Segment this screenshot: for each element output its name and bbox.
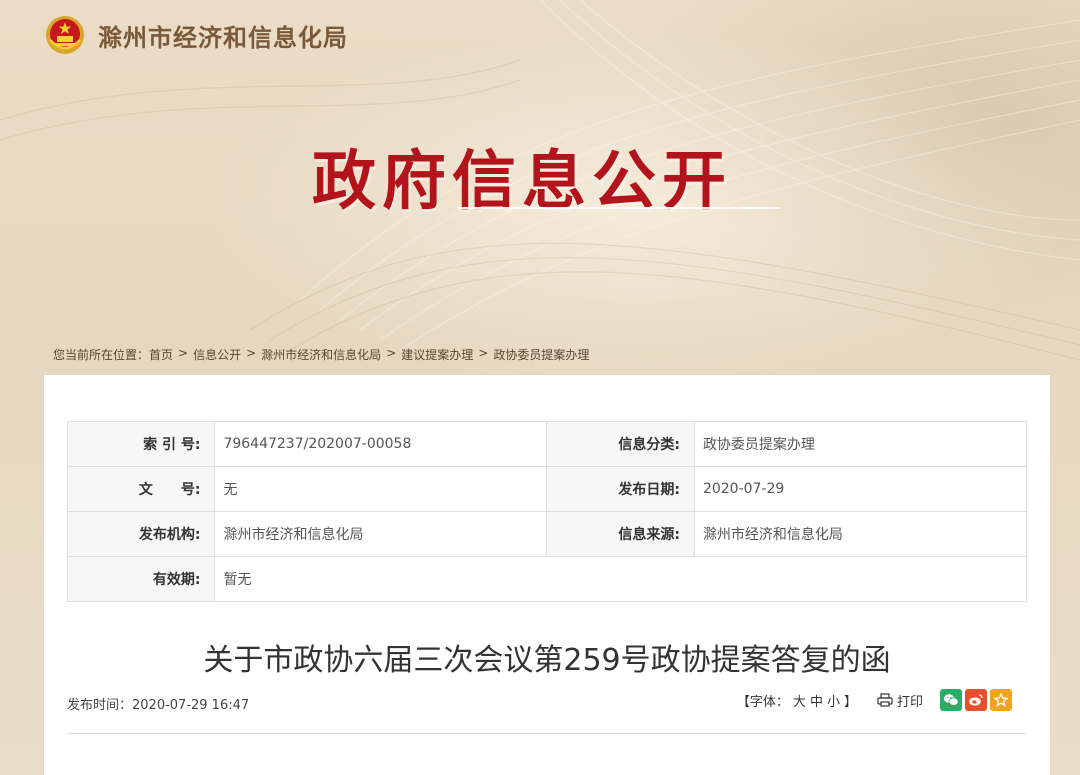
favorite-icon (994, 693, 1008, 707)
site-header: 滁州市经济和信息化局 (44, 14, 348, 56)
meta-key-index: 索 引 号: (66, 421, 216, 467)
meta-key-publish-date: 发布日期: (546, 466, 695, 512)
share-wechat-button[interactable] (940, 689, 962, 711)
breadcrumb-separator: > (386, 346, 397, 360)
font-size-small-button[interactable]: 小 (827, 695, 840, 710)
table-row: 文 号: 无 发布日期: 2020-07-29 (66, 466, 1028, 512)
share-weibo-button[interactable] (965, 689, 987, 711)
font-size-large-button[interactable]: 大 (793, 695, 806, 710)
site-title[interactable]: 滁州市经济和信息化局 (98, 18, 348, 53)
breadcrumb-item-proposals[interactable]: 建议提案办理 (401, 346, 473, 363)
meta-value-index: 796447237/202007-00058 (214, 421, 548, 467)
meta-value-category: 政协委员提案办理 (693, 421, 1028, 467)
meta-value-validity: 暂无 (214, 556, 1027, 602)
meta-key-validity: 有效期: (66, 556, 216, 602)
content-panel: 索 引 号: 796447237/202007-00058 信息分类: 政协委员… (44, 375, 1050, 775)
breadcrumb: 您当前所在位置： 首页 > 信息公开 > 滁州市经济和信息化局 > 建议提案办理… (53, 346, 589, 363)
font-size-label: 【字体： (736, 694, 789, 710)
breadcrumb-item-cppcc-proposals[interactable]: 政协委员提案办理 (493, 346, 589, 363)
share-favorite-button[interactable] (990, 689, 1012, 711)
meta-value-publisher: 滁州市经济和信息化局 (214, 511, 548, 557)
print-button[interactable]: 打印 (877, 691, 923, 710)
meta-key-doc-number: 文 号: (66, 466, 216, 512)
article-toolbar: 【字体： 大中小】 打印 (735, 689, 1012, 711)
print-label: 打印 (896, 694, 923, 710)
breadcrumb-item-info-public[interactable]: 信息公开 (193, 346, 241, 363)
table-row: 索 引 号: 796447237/202007-00058 信息分类: 政协委员… (66, 421, 1028, 467)
article-title: 关于市政协六届三次会议第259号政协提案答复的函 (203, 643, 891, 678)
breadcrumb-item-home[interactable]: 首页 (149, 346, 173, 363)
font-size-bracket: 】 (843, 694, 857, 710)
share-buttons (937, 689, 1012, 711)
publish-time: 发布时间：2020-07-29 16:47 (67, 698, 250, 713)
national-emblem-icon (46, 16, 84, 54)
meta-key-publisher: 发布机构: (66, 511, 216, 557)
font-size-selector: 【字体： 大中小】 (735, 691, 859, 710)
weibo-icon (969, 694, 983, 706)
wechat-icon (943, 694, 959, 706)
breadcrumb-separator: > (478, 346, 489, 360)
content-divider (67, 733, 1027, 734)
breadcrumb-prefix: 您当前所在位置： (53, 348, 150, 362)
meta-key-category: 信息分类: (546, 421, 695, 467)
info-meta-table: 索 引 号: 796447237/202007-00058 信息分类: 政协委员… (66, 421, 1028, 602)
table-row: 发布机构: 滁州市经济和信息化局 信息来源: 滁州市经济和信息化局 (66, 511, 1028, 557)
meta-value-source: 滁州市经济和信息化局 (693, 511, 1028, 557)
hero-underline (458, 207, 780, 209)
table-row: 有效期: 暂无 (66, 556, 1027, 602)
breadcrumb-separator: > (178, 346, 189, 360)
breadcrumb-item-bureau[interactable]: 滁州市经济和信息化局 (261, 346, 381, 363)
meta-value-publish-date: 2020-07-29 (693, 466, 1028, 512)
printer-icon (877, 693, 893, 707)
meta-value-doc-number: 无 (214, 466, 548, 512)
meta-key-source: 信息来源: (546, 511, 695, 557)
breadcrumb-separator: > (246, 346, 257, 360)
font-size-medium-button[interactable]: 中 (810, 695, 823, 710)
